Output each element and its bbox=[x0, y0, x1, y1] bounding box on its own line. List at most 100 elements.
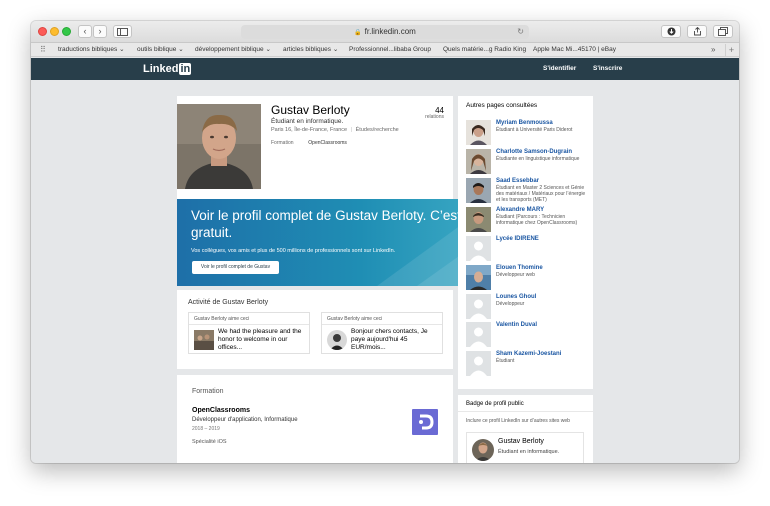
profile-location-row: Paris 16, Île-de-France, France | Études… bbox=[271, 127, 399, 133]
browser-toolbar: ‹ › 🔒 fr.linkedin.com ↻ bbox=[31, 21, 739, 43]
chevron-right-icon: › bbox=[98, 26, 102, 36]
bookmark-item[interactable]: outils biblique ⌄ bbox=[137, 46, 184, 54]
activity-thumbnail bbox=[327, 330, 347, 350]
profile-industry: Études/recherche bbox=[355, 127, 399, 133]
person-avatar-placeholder[interactable] bbox=[466, 236, 491, 261]
badge-name[interactable]: Gustav Berloty bbox=[498, 438, 544, 445]
activity-item-text: Bonjour chers contacts, Je paye aujourd'… bbox=[351, 328, 428, 351]
bookmarks-bar: ⠿ traductions bibliques ⌄ outils bibliqu… bbox=[31, 43, 739, 57]
sidebar-icon bbox=[117, 28, 128, 36]
minimize-window-button[interactable] bbox=[50, 27, 59, 36]
zoom-window-button[interactable] bbox=[62, 27, 71, 36]
activity-item-head: Gustav Berloty aime ceci bbox=[327, 316, 383, 322]
person-avatar[interactable] bbox=[466, 149, 491, 174]
banner-title: Voir le profil complet de Gustav Berloty… bbox=[191, 208, 461, 240]
bookmark-item[interactable]: Quels matérie...g Radio King bbox=[443, 46, 526, 54]
address-bar[interactable]: 🔒 fr.linkedin.com ↻ bbox=[241, 25, 529, 39]
badge-divider bbox=[458, 411, 593, 412]
share-icon bbox=[693, 26, 701, 36]
education-degree: Développeur d'application, Informatique bbox=[192, 417, 298, 423]
person-description: Développeur bbox=[496, 301, 525, 307]
openclassrooms-logo[interactable] bbox=[412, 409, 438, 435]
connections-label: relations bbox=[425, 114, 444, 120]
person-avatar[interactable] bbox=[466, 207, 491, 232]
close-window-button[interactable] bbox=[38, 27, 47, 36]
person-description: Étudiant (Parcours : Technicien informat… bbox=[496, 214, 578, 226]
person-description: Étudiant bbox=[496, 358, 515, 364]
more-bookmarks-icon[interactable]: » bbox=[711, 45, 715, 54]
signin-link[interactable]: S'identifier bbox=[543, 65, 576, 72]
banner-subtitle: Vos collègues, vos amis et plus de 500 m… bbox=[191, 248, 396, 254]
person-avatar[interactable] bbox=[466, 120, 491, 145]
person-avatar-placeholder[interactable] bbox=[466, 294, 491, 319]
person-description: Étudiante en linguistique informatique bbox=[496, 156, 580, 162]
grid-icon[interactable]: ⠿ bbox=[40, 46, 46, 54]
person-name[interactable]: Sham Kazemi-Joestani bbox=[496, 351, 561, 357]
profile-formation-row: Formation OpenClassrooms bbox=[271, 140, 347, 146]
person-description: Étudiant en Master 2 Sciences et Génie d… bbox=[496, 185, 586, 203]
profile-photo bbox=[177, 104, 261, 189]
person-description: Étudiant à Université Paris Diderot bbox=[496, 127, 573, 133]
url-text: fr.linkedin.com bbox=[364, 27, 416, 36]
education-school[interactable]: OpenClassrooms bbox=[192, 407, 250, 414]
activity-divider bbox=[322, 324, 442, 325]
linkedin-logo[interactable]: Linked in bbox=[143, 63, 192, 75]
tabs-overview-button[interactable] bbox=[713, 25, 733, 38]
sidebar-title: Autres pages consultées bbox=[466, 102, 538, 109]
new-tab-plus-icon[interactable]: + bbox=[725, 44, 737, 56]
activity-item-text: We had the pleasure and the honor to wel… bbox=[218, 328, 302, 351]
activity-divider bbox=[189, 324, 309, 325]
logo-text: Linked bbox=[143, 63, 179, 75]
bookmark-item[interactable]: développement biblique ⌄ bbox=[195, 46, 271, 54]
reload-icon[interactable]: ↻ bbox=[517, 25, 524, 39]
person-name[interactable]: Myriam Benmoussa bbox=[496, 120, 553, 126]
person-avatar[interactable] bbox=[466, 265, 491, 290]
profile-location: Paris 16, Île-de-France, France bbox=[271, 127, 348, 133]
profile-name: Gustav Berloty bbox=[271, 103, 350, 117]
person-name[interactable]: Saad Essebbar bbox=[496, 178, 539, 184]
education-specialty: Spécialité iOS bbox=[192, 439, 227, 445]
education-section-title: Formation bbox=[192, 388, 224, 395]
formation-label: Formation bbox=[271, 140, 294, 146]
person-avatar[interactable] bbox=[466, 178, 491, 203]
profile-headline: Étudiant en informatique. bbox=[271, 118, 344, 125]
badge-headline: Étudiant en informatique. bbox=[498, 449, 560, 455]
activity-item-head: Gustav Berloty aime ceci bbox=[194, 316, 250, 322]
forward-button[interactable]: › bbox=[93, 25, 107, 38]
logo-in-box: in bbox=[179, 63, 192, 75]
person-name[interactable]: Charlotte Samson-Dugrain bbox=[496, 149, 572, 155]
tabs-icon bbox=[718, 27, 728, 36]
activity-title: Activité de Gustav Berloty bbox=[188, 299, 269, 306]
activity-item[interactable]: Gustav Berloty aime ceci Bonjour chers c… bbox=[321, 312, 443, 354]
view-full-profile-button[interactable]: Voir le profil complet de Gustav bbox=[192, 261, 279, 274]
bookmark-item[interactable]: Professionnel...libaba Group bbox=[349, 46, 431, 54]
openclassrooms-logo-icon bbox=[419, 414, 434, 430]
download-icon bbox=[667, 27, 675, 36]
badge-subtitle: Inclure ce profil LinkedIn sur d’autres … bbox=[466, 418, 570, 424]
badge-avatar bbox=[472, 439, 494, 461]
chevron-left-icon: ‹ bbox=[83, 26, 87, 36]
bookmark-item[interactable]: articles bibliques ⌄ bbox=[283, 46, 338, 54]
formation-value[interactable]: OpenClassrooms bbox=[308, 140, 347, 146]
activity-thumbnail bbox=[194, 330, 214, 350]
back-button[interactable]: ‹ bbox=[78, 25, 92, 38]
bookmark-item[interactable]: Apple Mac Mi...45170 | eBay bbox=[533, 46, 616, 54]
activity-item[interactable]: Gustav Berloty aime ceci We had the plea… bbox=[188, 312, 310, 354]
person-name[interactable]: Alexandre MARY bbox=[496, 207, 544, 213]
linkedin-header: Linked in S'identifier S'inscrire bbox=[31, 58, 739, 80]
downloads-button[interactable] bbox=[661, 25, 681, 38]
person-name[interactable]: Lounes Ghoul bbox=[496, 294, 536, 300]
bookmark-item[interactable]: traductions bibliques ⌄ bbox=[58, 46, 125, 54]
person-name[interactable]: Elouen Thomine bbox=[496, 265, 543, 271]
person-avatar-placeholder[interactable] bbox=[466, 351, 491, 376]
person-avatar-placeholder[interactable] bbox=[466, 322, 491, 347]
share-button[interactable] bbox=[687, 25, 707, 38]
signup-link[interactable]: S'inscrire bbox=[593, 65, 622, 72]
person-name[interactable]: Valentin Duval bbox=[496, 322, 537, 328]
profile-photo-illustration bbox=[177, 104, 261, 189]
education-years: 2018 – 2019 bbox=[192, 426, 220, 432]
person-name[interactable]: Lycée IDIRENE bbox=[496, 236, 539, 242]
sidebar-toggle-button[interactable] bbox=[113, 25, 132, 38]
person-description: Développeur web bbox=[496, 272, 535, 278]
lock-icon: 🔒 bbox=[354, 30, 362, 36]
